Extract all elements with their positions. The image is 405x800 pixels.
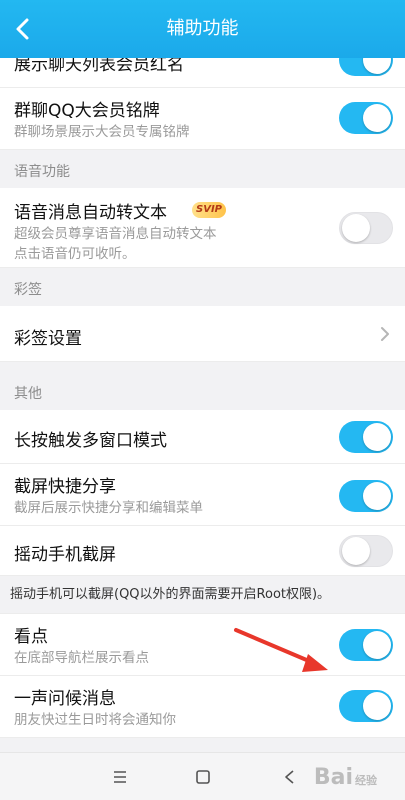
setting-row-shake-screenshot[interactable]: 摇动手机截屏 xyxy=(0,526,405,576)
toggle-knob xyxy=(363,423,391,451)
annotation-arrow-icon xyxy=(234,628,328,672)
setting-title: 一声问候消息 xyxy=(14,689,116,709)
setting-subtitle: 朋友快过生日时将会通知你 xyxy=(14,712,176,728)
home-square-icon[interactable] xyxy=(193,767,213,787)
setting-row-voice-to-text[interactable]: 语音消息自动转文本 SVIP 超级会员尊享语音消息自动转文本 点击语音仍可收听。 xyxy=(0,188,405,268)
toggle-knob xyxy=(342,214,370,242)
setting-row-long-press[interactable]: 长按触发多窗口模式 xyxy=(0,410,405,464)
setting-row-caiqian[interactable]: 彩签设置 xyxy=(0,306,405,362)
toggle-switch[interactable] xyxy=(339,58,393,76)
toggle-knob xyxy=(363,631,391,659)
toggle-knob xyxy=(363,482,391,510)
setting-subtitle: 截屏后展示快捷分享和编辑菜单 xyxy=(14,500,203,516)
setting-title: 群聊QQ大会员铭牌 xyxy=(14,101,160,121)
shake-note: 摇动手机可以截屏(QQ以外的界面需要开启Root权限)。 xyxy=(0,576,405,614)
setting-row-group-vip[interactable]: 群聊QQ大会员铭牌 群聊场景展示大会员专属铭牌 xyxy=(0,88,405,150)
setting-title: 长按触发多窗口模式 xyxy=(14,431,167,451)
svip-badge: SVIP xyxy=(192,202,226,218)
baidu-watermark: Bai 经验 xyxy=(313,765,377,790)
setting-subtitle: 在底部导航栏展示看点 xyxy=(14,650,149,666)
setting-row-kandian[interactable]: 看点 在底部导航栏展示看点 xyxy=(0,614,405,676)
setting-row-screenshot-share[interactable]: 截屏快捷分享 截屏后展示快捷分享和编辑菜单 xyxy=(0,464,405,526)
toggle-switch[interactable] xyxy=(339,421,393,453)
section-header-caiqian: 彩签 xyxy=(0,268,405,306)
toggle-knob xyxy=(363,58,391,74)
setting-title: 展示聊天列表会员红名 xyxy=(14,58,184,75)
setting-title: 看点 xyxy=(14,627,48,647)
section-header-other: 其他 xyxy=(0,362,405,410)
chevron-right-icon xyxy=(381,327,389,341)
setting-subtitle-2: 点击语音仍可收听。 xyxy=(14,246,136,262)
toggle-switch[interactable] xyxy=(339,690,393,722)
toggle-knob xyxy=(363,104,391,132)
setting-title: 截屏快捷分享 xyxy=(14,477,116,497)
menu-icon[interactable] xyxy=(110,767,130,787)
section-header-voice: 语音功能 xyxy=(0,150,405,188)
settings-list: 展示聊天列表会员红名 群聊QQ大会员铭牌 群聊场景展示大会员专属铭牌 语音功能 … xyxy=(0,58,405,738)
setting-subtitle: 超级会员尊享语音消息自动转文本 xyxy=(14,226,217,242)
toggle-knob xyxy=(363,692,391,720)
app-header: 辅助功能 xyxy=(0,0,405,58)
toggle-knob xyxy=(342,537,370,565)
back-triangle-icon[interactable] xyxy=(280,767,300,787)
toggle-switch[interactable] xyxy=(339,629,393,661)
toggle-switch[interactable] xyxy=(339,535,393,567)
screen: 辅助功能 展示聊天列表会员红名 群聊QQ大会员铭牌 群聊场景展示大会员专属铭牌 … xyxy=(0,0,405,800)
setting-title: 摇动手机截屏 xyxy=(14,545,116,565)
setting-row-greeting[interactable]: 一声问候消息 朋友快过生日时将会通知你 xyxy=(0,676,405,738)
page-title: 辅助功能 xyxy=(166,18,239,39)
setting-row-partial[interactable]: 展示聊天列表会员红名 xyxy=(0,58,405,88)
setting-subtitle: 群聊场景展示大会员专属铭牌 xyxy=(14,124,190,140)
toggle-switch[interactable] xyxy=(339,102,393,134)
toggle-switch[interactable] xyxy=(339,212,393,244)
setting-title: 语音消息自动转文本 xyxy=(14,203,167,223)
setting-title: 彩签设置 xyxy=(14,329,82,349)
toggle-switch[interactable] xyxy=(339,480,393,512)
